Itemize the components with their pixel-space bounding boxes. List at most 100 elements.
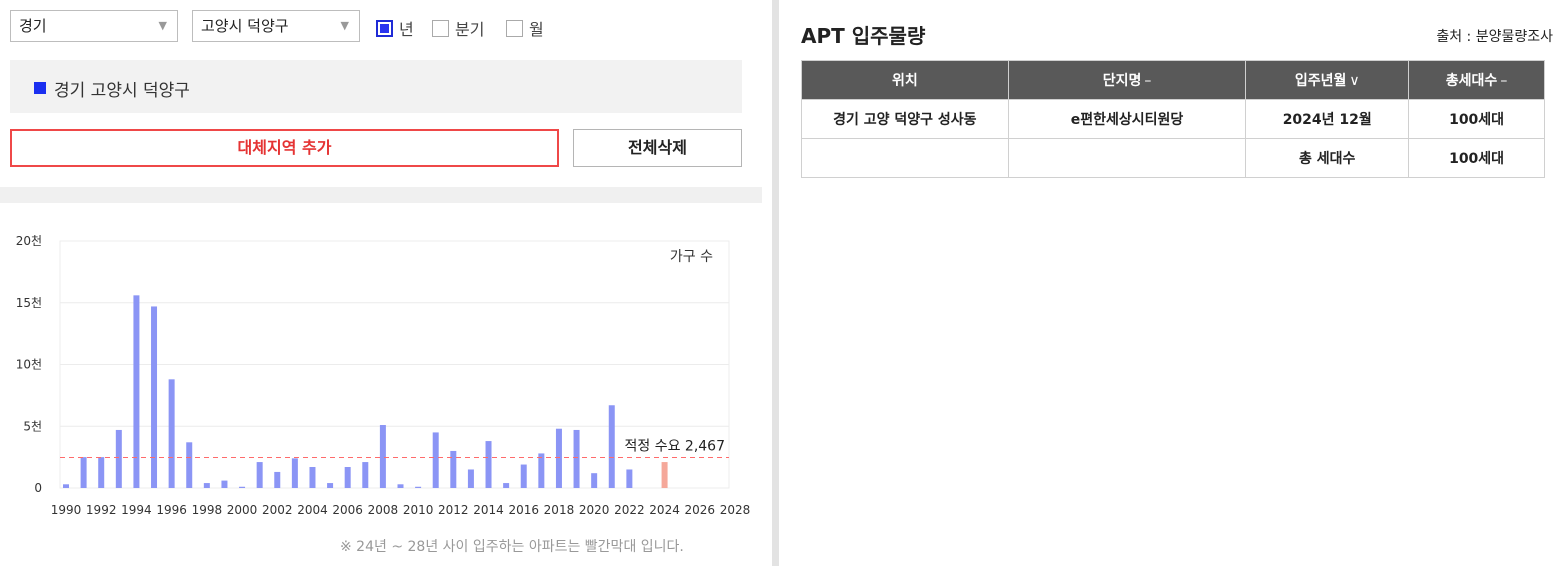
panel-divider[interactable] — [772, 0, 779, 566]
bar — [362, 462, 369, 488]
x-tick-label: 2004 — [297, 503, 328, 517]
apt-table: 위치 단지명 – 입주년월 ∨ 총세대수 – 경기 고양 덕양구 성사동 e편한세상시… — [801, 60, 1545, 178]
bar — [520, 464, 527, 488]
total-row: 총 세대수 100세대 — [801, 138, 1545, 178]
period-year-checkbox[interactable]: 년 — [376, 16, 414, 40]
column-header-move-in[interactable]: 입주년월 ∨ — [1245, 60, 1410, 100]
bar — [503, 483, 510, 488]
x-tick-label: 2024 — [649, 503, 680, 517]
bar — [538, 453, 545, 488]
checkbox-icon — [506, 19, 523, 37]
delete-all-button[interactable]: 전체삭제 — [573, 129, 742, 167]
left-panel: 경기 ▼ 고양시 덕양구 ▼ 년 분기 월 경기 고양시 덕양구 대체지역 추가… — [0, 0, 770, 566]
x-tick-label: 1990 — [51, 503, 82, 517]
supply-bar-chart: 0 5천 10천 15천 20천 1990 1992 1994 1996 1998 2000 2002… — [16, 233, 751, 517]
bar — [80, 457, 87, 488]
x-tick-label: 2008 — [368, 503, 399, 517]
bar — [397, 484, 404, 488]
district-select-value: 고양시 덕양구 — [201, 17, 289, 35]
bar — [133, 295, 140, 488]
column-header-label: 위치 — [891, 73, 918, 89]
x-tick-label: 2000 — [227, 503, 258, 517]
table-cell: 100세대 — [1408, 138, 1545, 178]
table-cell: 2024년 12월 — [1245, 99, 1410, 139]
bar — [274, 471, 281, 488]
bar — [327, 483, 334, 488]
bar — [63, 484, 69, 488]
chevron-down-icon: ▼ — [158, 19, 167, 32]
bar-future — [661, 462, 668, 488]
table-row[interactable]: 경기 고양 덕양구 성사동 e편한세상시티원당 2024년 12월 100세대 — [801, 99, 1545, 139]
bar — [168, 379, 175, 488]
reference-line-label: 적정 수요 2,467 — [625, 439, 726, 455]
bar — [344, 467, 351, 488]
region-legend: 경기 고양시 덕양구 — [10, 60, 742, 113]
x-tick-label: 2014 — [473, 503, 504, 517]
table-cell: 100세대 — [1408, 99, 1545, 139]
sort-icon: ∨ — [1349, 73, 1360, 89]
x-tick-label: 2022 — [614, 503, 645, 517]
period-quarter-label: 분기 — [455, 20, 485, 39]
bar — [115, 429, 122, 488]
column-header-label: 입주년월 — [1294, 73, 1347, 89]
chart-note: ※ 24년 ~ 28년 사이 입주하는 아파트는 빨간막대 입니다. — [340, 539, 684, 555]
x-tick-label: 1994 — [121, 503, 152, 517]
bar — [221, 480, 228, 488]
column-header-households[interactable]: 총세대수 – — [1408, 60, 1545, 100]
bar — [591, 473, 598, 488]
bar — [450, 450, 457, 488]
add-region-button[interactable]: 대체지역 추가 — [10, 129, 559, 167]
checkbox-icon — [432, 19, 449, 37]
x-tick-label: 2010 — [403, 503, 434, 517]
x-tick-label: 2016 — [508, 503, 539, 517]
bar — [239, 486, 246, 488]
y-tick-label: 15천 — [16, 295, 42, 310]
x-tick-label: 2018 — [544, 503, 575, 517]
x-tick-label: 1996 — [156, 503, 187, 517]
bar — [555, 428, 562, 488]
sort-icon: – — [1500, 73, 1508, 89]
period-quarter-checkbox[interactable]: 분기 — [432, 16, 484, 40]
bar — [415, 486, 422, 488]
bar — [379, 425, 386, 488]
bar — [608, 405, 615, 488]
unit-label: 가구 수 — [670, 249, 713, 265]
right-panel: APT 입주물량 출처 : 분양물량조사 위치 단지명 – 입주년월 ∨ 총세대수 – — [779, 0, 1557, 566]
column-header-complex[interactable]: 단지명 – — [1007, 60, 1247, 100]
checkbox-icon — [376, 19, 393, 37]
source-label: 출처 : 분양물량조사 — [1436, 29, 1553, 45]
y-tick-label: 5천 — [23, 418, 42, 433]
province-select-value: 경기 — [19, 17, 47, 35]
bar — [573, 429, 580, 488]
column-header-location[interactable]: 위치 — [801, 60, 1009, 100]
x-tick-label: 1992 — [86, 503, 117, 517]
bar — [186, 442, 193, 488]
table-cell: e편한세상시티원당 — [1007, 99, 1247, 139]
x-tick-label: 2006 — [332, 503, 363, 517]
bar — [432, 432, 439, 488]
bar — [626, 469, 633, 488]
bar — [485, 441, 492, 488]
apt-title: APT 입주물량 — [801, 24, 926, 48]
region-legend-label: 경기 고양시 덕양구 — [54, 81, 190, 101]
x-tick-label: 2002 — [262, 503, 293, 517]
x-tick-label: 2012 — [438, 503, 469, 517]
x-tick-label: 2026 — [685, 503, 716, 517]
period-month-checkbox[interactable]: 월 — [506, 16, 544, 40]
province-select[interactable]: 경기 ▼ — [10, 10, 178, 42]
table-cell: 경기 고양 덕양구 성사동 — [801, 99, 1009, 139]
x-tick-label: 2020 — [579, 503, 610, 517]
x-tick-label: 2028 — [720, 503, 751, 517]
column-header-label: 단지명 — [1102, 73, 1142, 89]
bar — [309, 467, 316, 488]
bar — [291, 458, 298, 488]
bar — [151, 306, 158, 488]
district-select[interactable]: 고양시 덕양구 ▼ — [192, 10, 360, 42]
bar — [256, 462, 263, 488]
table-cell — [801, 138, 1009, 178]
chevron-down-icon: ▼ — [340, 19, 349, 32]
sort-icon: – — [1144, 73, 1152, 89]
table-cell: 총 세대수 — [1245, 138, 1410, 178]
y-tick-label: 20천 — [16, 233, 42, 248]
bar — [467, 469, 474, 488]
